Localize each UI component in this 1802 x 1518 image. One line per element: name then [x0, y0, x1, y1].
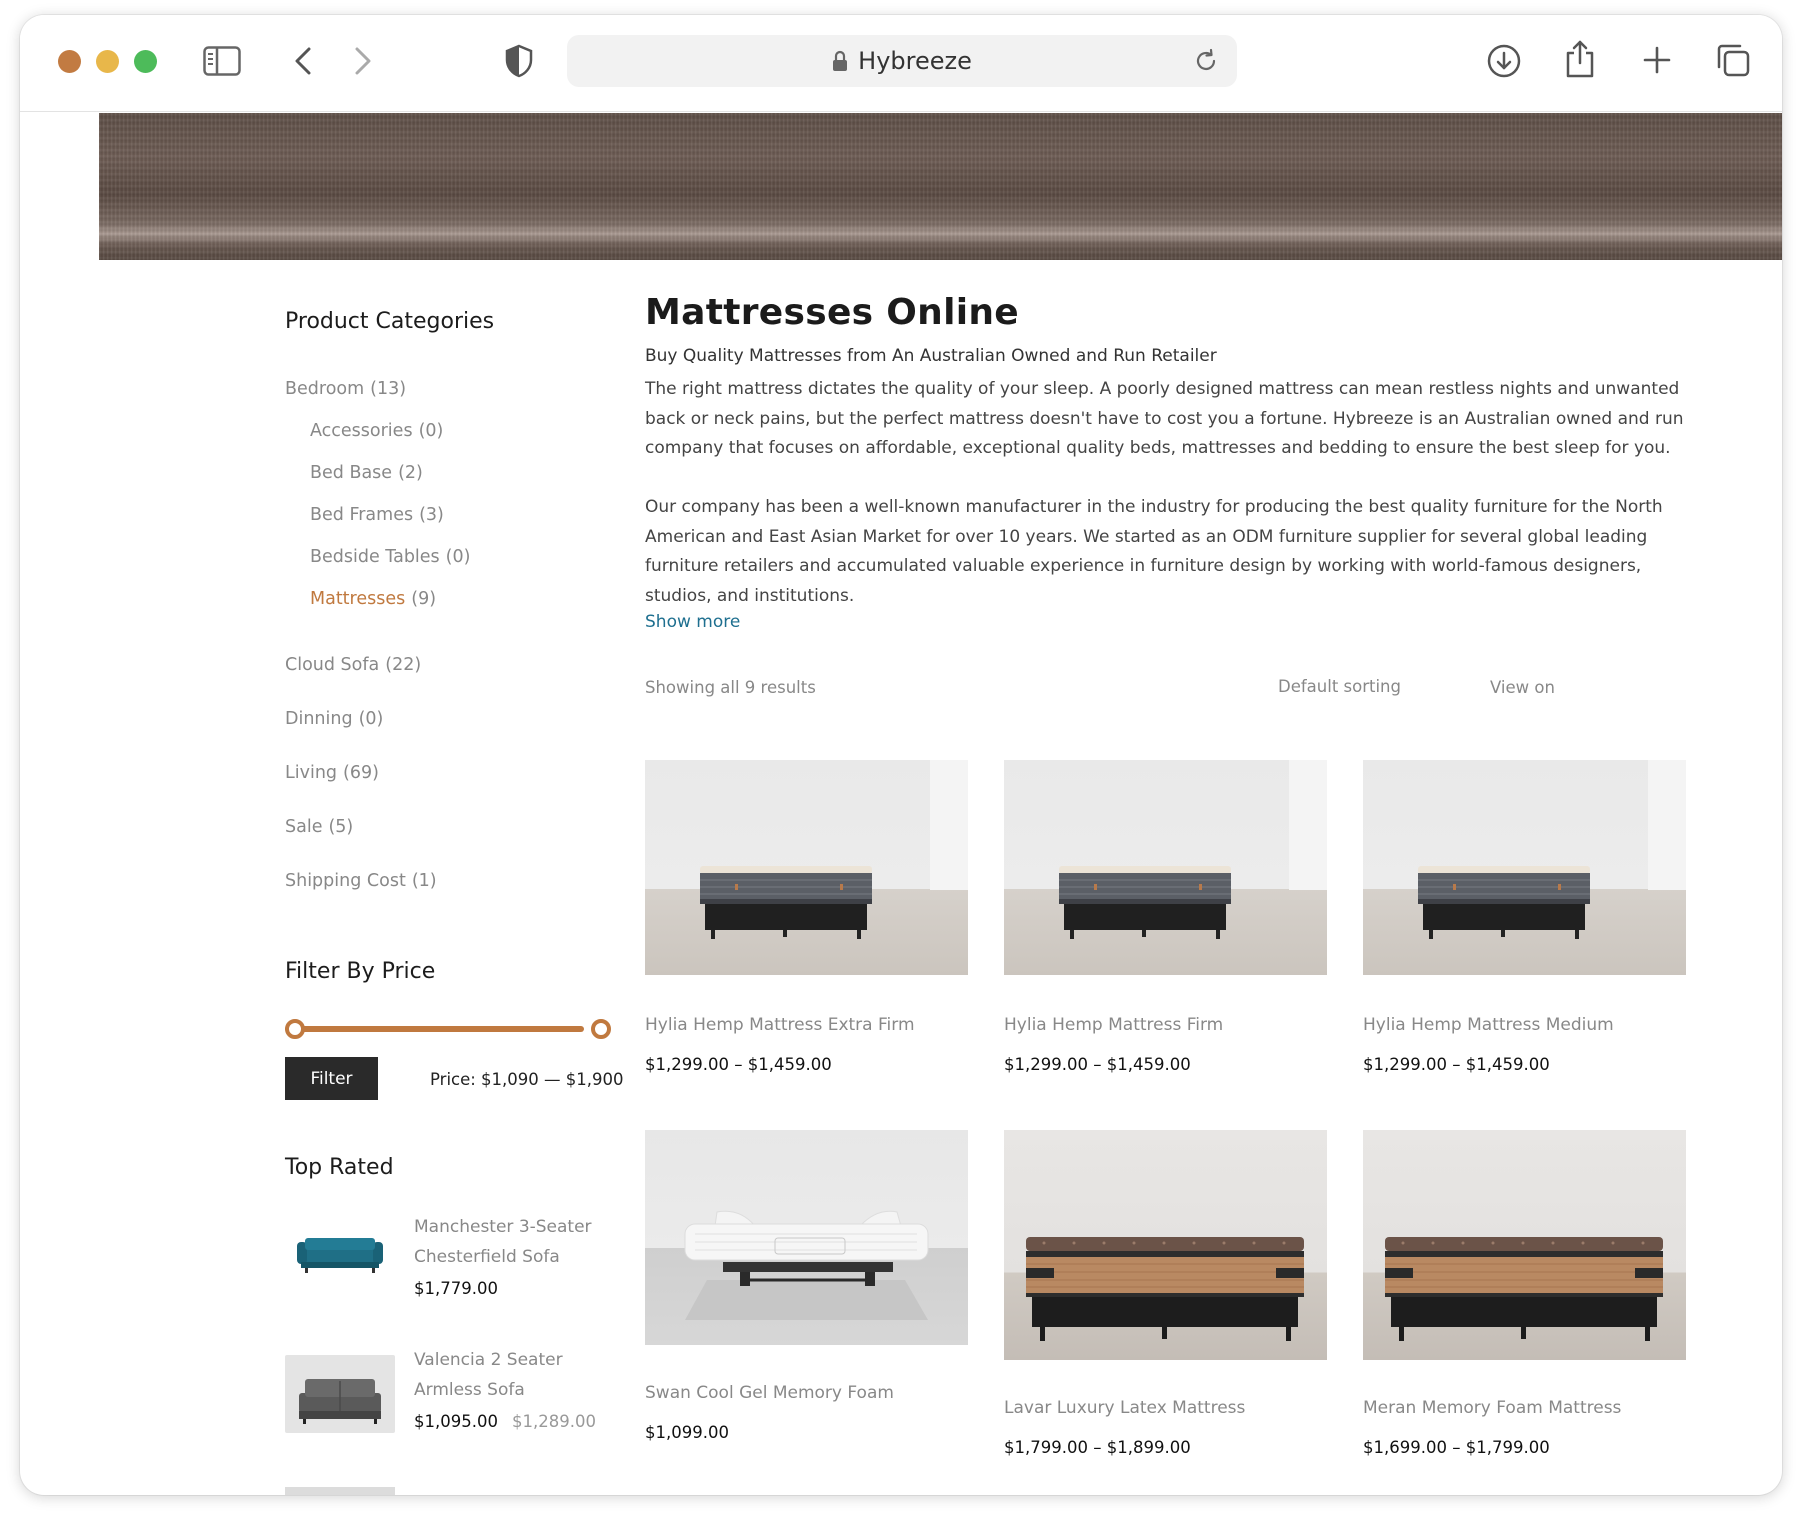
zoom-window-button[interactable] [134, 50, 157, 73]
product-price: $1,299.00 – $1,459.00 [1363, 1055, 1550, 1074]
product-name[interactable]: Meran Memory Foam Mattress [1363, 1398, 1621, 1418]
old-price: $1,289.00 [511, 1412, 596, 1431]
product-price: $1,299.00 – $1,459.00 [645, 1055, 832, 1074]
product-image[interactable] [1363, 1130, 1686, 1360]
category-label: Bed Base [310, 463, 393, 483]
product-image[interactable] [1004, 760, 1327, 975]
category-label: Living [285, 763, 338, 783]
top-rated-name-line: Manchester 3-Seater [414, 1217, 592, 1237]
product-price: $1,799.00 – $1,899.00 [1004, 1438, 1191, 1457]
forward-icon[interactable] [348, 43, 378, 79]
top-rated-name[interactable]: Valencia 2 Seater Armless Sofa [414, 1345, 614, 1405]
price-slider-max-handle[interactable] [591, 1019, 611, 1039]
filter-button[interactable]: Filter [285, 1057, 378, 1100]
page-title: Mattresses Online [645, 292, 1019, 333]
category-count: (69) [343, 763, 379, 783]
share-icon[interactable] [1562, 37, 1598, 81]
result-count: Showing all 9 results [645, 678, 816, 697]
category-living[interactable]: Living (69) [285, 763, 379, 783]
product-price: $1,299.00 – $1,459.00 [1004, 1055, 1191, 1074]
top-rated-name-line: Chesterfield Sofa [414, 1247, 560, 1267]
category-count: (9) [411, 589, 437, 609]
top-rated-price: $1,779.00 [414, 1279, 498, 1298]
shield-icon[interactable] [502, 42, 536, 80]
reload-icon[interactable] [1193, 48, 1219, 78]
category-bed-frames[interactable]: Bed Frames (3) [310, 505, 444, 525]
close-window-button[interactable] [58, 50, 81, 73]
product-name[interactable]: Hylia Hemp Mattress Medium [1363, 1015, 1614, 1035]
tabs-overview-icon[interactable] [1714, 41, 1752, 79]
category-label: Bed Frames [310, 505, 414, 525]
category-dinning[interactable]: Dinning (0) [285, 709, 383, 729]
category-label: Dinning [285, 709, 353, 729]
category-count: (0) [358, 709, 384, 729]
category-bedside-tables[interactable]: Bedside Tables (0) [310, 547, 470, 567]
description-paragraph: Our company has been a well-known manufa… [645, 497, 1663, 606]
product-name[interactable]: Hylia Hemp Mattress Firm [1004, 1015, 1223, 1035]
download-icon[interactable] [1484, 41, 1524, 81]
category-bedroom[interactable]: Bedroom (13) [285, 379, 406, 399]
top-rated-name-line: Valencia 2 Seater [414, 1350, 563, 1370]
categories-heading: Product Categories [285, 309, 495, 334]
product-name[interactable]: Lavar Luxury Latex Mattress [1004, 1398, 1245, 1418]
category-cloud-sofa[interactable]: Cloud Sofa (22) [285, 655, 421, 675]
top-rated-name-line: Armless Sofa [414, 1380, 525, 1400]
category-label: Sale [285, 817, 323, 837]
minimize-window-button[interactable] [96, 50, 119, 73]
category-bed-base[interactable]: Bed Base (2) [310, 463, 423, 483]
category-label: Mattresses [310, 589, 406, 609]
price-slider-track[interactable] [285, 1026, 584, 1032]
top-rated-name[interactable]: Manchester 3-Seater Chesterfield Sofa [414, 1212, 614, 1272]
show-more-link[interactable]: Show more [645, 612, 740, 632]
new-tab-icon[interactable] [1640, 43, 1674, 77]
current-price: $1,095.00 [414, 1412, 498, 1431]
category-label: Cloud Sofa [285, 655, 380, 675]
top-rated-thumbnail[interactable] [285, 1222, 395, 1290]
top-rated-heading: Top Rated [285, 1155, 394, 1180]
product-image[interactable] [645, 760, 968, 975]
category-mattresses[interactable]: Mattresses (9) [310, 589, 436, 609]
browser-window: Hybreeze Product Categories Bedroom (13) … [20, 15, 1782, 1495]
category-label: Bedroom [285, 379, 365, 399]
lock-icon [832, 50, 848, 72]
description-paragraph: The right mattress dictates the quality … [645, 379, 1684, 458]
product-name[interactable]: Hylia Hemp Mattress Extra Firm [645, 1015, 915, 1035]
address-bar[interactable]: Hybreeze [567, 35, 1237, 87]
price-range-label: Price: $1,090 — $1,900 [430, 1070, 624, 1089]
top-rated-thumbnail[interactable] [285, 1487, 395, 1495]
category-count: (3) [419, 505, 444, 525]
hero-banner-image [99, 113, 1782, 260]
top-rated-price: $1,095.00 $1,289.00 [414, 1412, 596, 1431]
category-count: (1) [411, 871, 437, 891]
sidebar-icon[interactable] [202, 43, 242, 79]
product-image[interactable] [1363, 760, 1686, 975]
product-price: $1,699.00 – $1,799.00 [1363, 1438, 1550, 1457]
product-price: $1,099.00 [645, 1423, 729, 1442]
top-rated-thumbnail[interactable] [285, 1355, 395, 1433]
category-accessories[interactable]: Accessories (0) [310, 421, 443, 441]
view-mode-toggle[interactable]: View on [1490, 678, 1555, 697]
category-count: (22) [385, 655, 422, 675]
category-sale[interactable]: Sale (5) [285, 817, 353, 837]
product-image[interactable] [645, 1130, 968, 1345]
sorting-select[interactable]: Default sorting [1278, 677, 1401, 696]
category-count: (13) [370, 379, 407, 399]
filter-by-price-heading: Filter By Price [285, 959, 436, 984]
price-slider-min-handle[interactable] [285, 1019, 305, 1039]
category-shipping-cost[interactable]: Shipping Cost (1) [285, 871, 437, 891]
back-icon[interactable] [288, 43, 318, 79]
browser-toolbar: Hybreeze [20, 15, 1782, 112]
category-count: (0) [418, 421, 444, 441]
page-subtitle: Buy Quality Mattresses from An Australia… [645, 346, 1217, 366]
current-price: $1,779.00 [414, 1279, 498, 1298]
category-count: (2) [398, 463, 423, 483]
category-count: (0) [445, 547, 471, 567]
product-image[interactable] [1004, 1130, 1327, 1360]
category-label: Shipping Cost [285, 871, 406, 891]
url-text: Hybreeze [858, 47, 972, 75]
category-count: (5) [328, 817, 354, 837]
product-name[interactable]: Swan Cool Gel Memory Foam [645, 1383, 894, 1403]
category-label: Accessories [310, 421, 413, 441]
category-label: Bedside Tables [310, 547, 440, 567]
